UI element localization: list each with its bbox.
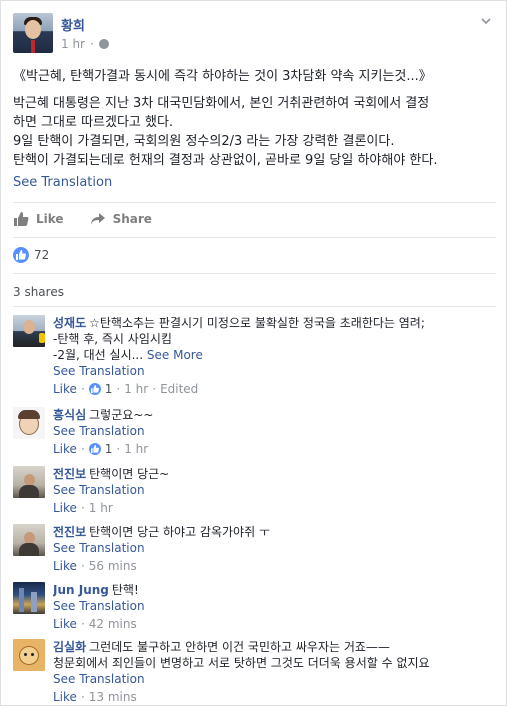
commenter-name[interactable]: 전진보 (53, 525, 86, 539)
like-reaction-icon (88, 383, 101, 395)
comment-text: 그렇군요~~ (89, 408, 154, 422)
comment-like-link[interactable]: Like (53, 499, 77, 517)
commenter-name[interactable]: Jun Jung (53, 583, 109, 597)
share-label: Share (112, 212, 152, 226)
see-translation-link[interactable]: See Translation (53, 363, 497, 380)
like-button[interactable]: Like (13, 209, 64, 229)
like-reaction-icon (88, 443, 101, 455)
post-line: 박근혜 대통령은 지난 3차 대국민담화에서, 본인 거취관련하여 국회에서 결… (13, 96, 430, 111)
comment-text: ☆탄핵소추는 판결시기 미정으로 불확실한 정국을 초래한다는 염려; (89, 316, 425, 330)
see-translation-link[interactable]: See Translation (13, 175, 112, 190)
commenter-name[interactable]: 성재도 (53, 316, 86, 330)
share-button[interactable]: Share (90, 209, 152, 229)
post-headline: 《박근혜, 탄핵가결과 동시에 즉각 하야하는 것이 3차담화 약속 지키는것.… (13, 69, 432, 84)
thumbs-up-icon (14, 212, 29, 226)
comment-like-count[interactable]: 1 (105, 380, 113, 398)
comment-text: 그런데도 불구하고 안하면 이건 국민하고 싸우자는 거죠—— (89, 640, 390, 654)
comment-like-link[interactable]: Like (53, 557, 77, 575)
see-translation-link[interactable]: See Translation (53, 671, 497, 688)
comment-time[interactable]: 1 hr (124, 380, 148, 398)
comment-time[interactable]: 1 hr (124, 440, 148, 458)
reactions-summary[interactable]: 72 (13, 247, 49, 263)
commenter-avatar[interactable] (13, 315, 45, 347)
commenter-avatar[interactable] (13, 466, 45, 498)
post-line: 하면 그대로 따르겠다고 했다. (13, 115, 174, 130)
reaction-count: 72 (34, 248, 50, 262)
post-timestamp[interactable]: 1 hr (61, 37, 85, 51)
comment-like-link[interactable]: Like (53, 615, 77, 633)
see-translation-link[interactable]: See Translation (53, 540, 497, 557)
chevron-down-icon[interactable] (479, 13, 493, 27)
comment-time[interactable]: 13 mins (89, 688, 137, 706)
like-reaction-icon (13, 247, 29, 263)
see-translation-link[interactable]: See Translation (53, 482, 497, 499)
comment-like-count[interactable]: 1 (105, 440, 113, 458)
author-name[interactable]: 황희 (61, 15, 85, 34)
comment-text-line: -탄핵 후, 즉시 사임시킴 (53, 332, 172, 346)
divider (13, 237, 496, 238)
divider (13, 306, 496, 307)
comment-text: 탄핵이면 당근 하야고 감옥가야쥐 ㅜ (89, 525, 270, 539)
comment-like-link[interactable]: Like (53, 440, 77, 458)
divider (13, 273, 496, 274)
commenter-name[interactable]: 전진보 (53, 467, 86, 481)
comment-like-link[interactable]: Like (53, 688, 77, 706)
post-line: 탄핵이 가결되는데로 헌재의 결정과 상관없이, 곧바로 9일 당일 하야해야 … (13, 153, 438, 168)
comment-text: 탄핵! (111, 583, 139, 597)
commenter-avatar[interactable] (13, 524, 45, 556)
post-body: 《박근혜, 탄핵가결과 동시에 즉각 하야하는 것이 3차담화 약속 지키는것.… (13, 67, 497, 170)
globe-icon (98, 39, 109, 49)
comment-text-line: 청문회에서 죄인들이 변명하고 서로 탓하면 그것도 더더욱 용서할 수 없지요 (53, 656, 430, 670)
author-avatar[interactable] (13, 13, 53, 53)
comment-like-link[interactable]: Like (53, 380, 77, 398)
edited-label[interactable]: Edited (160, 380, 198, 398)
comment-time[interactable]: 56 mins (89, 557, 137, 575)
commenter-avatar[interactable] (13, 407, 45, 439)
see-translation-link[interactable]: See Translation (53, 423, 497, 440)
comment-text-tail: -2월, 대선 실시... (53, 348, 144, 362)
see-more-link[interactable]: See More (147, 348, 203, 362)
post-line: 9일 탄핵이 가결되면, 국회의원 정수의2/3 라는 가장 강력한 결론이다. (13, 134, 395, 149)
share-arrow-icon (90, 213, 105, 225)
comment-time[interactable]: 42 mins (89, 615, 137, 633)
shares-count[interactable]: 3 shares (13, 285, 64, 299)
like-label: Like (36, 212, 64, 226)
post-header: 황희 1 hr · (13, 13, 493, 55)
post-actions: Like Share (13, 209, 152, 229)
commenter-name[interactable]: 김실화 (53, 640, 86, 654)
comment-time[interactable]: 1 hr (89, 499, 113, 517)
divider (13, 202, 496, 203)
commenter-avatar[interactable] (13, 639, 45, 671)
commenter-avatar[interactable] (13, 582, 45, 614)
comment-text: 탄핵이면 당근~ (89, 467, 170, 481)
commenter-name[interactable]: 흥식심 (53, 408, 86, 422)
post-meta: 1 hr · (61, 37, 109, 51)
post-card: 황희 1 hr · 《박근혜, 탄핵가결과 동시에 즉각 하야하는 것이 3차담… (0, 0, 507, 706)
see-translation-link[interactable]: See Translation (53, 598, 497, 615)
